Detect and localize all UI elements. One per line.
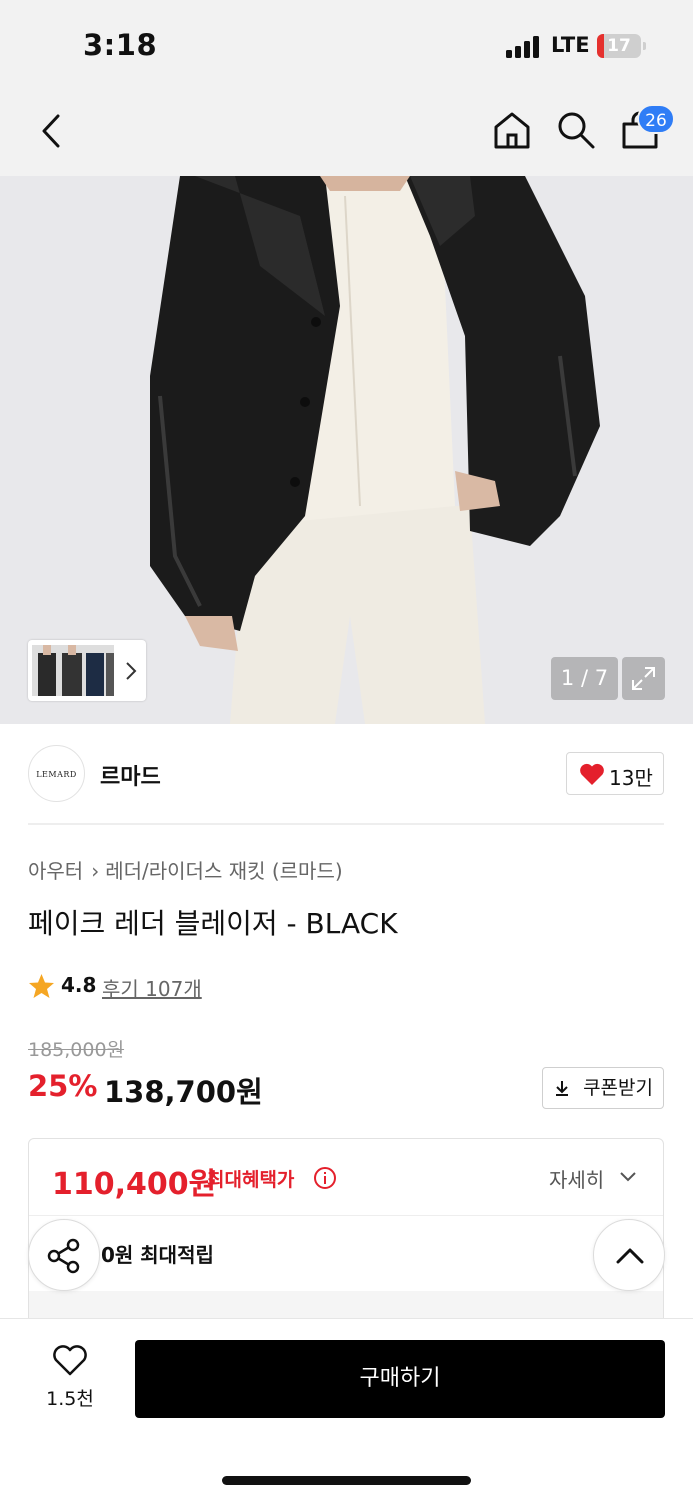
back-icon[interactable] (38, 112, 64, 150)
review-link[interactable]: 후기 107개 (102, 973, 202, 1002)
status-time: 3:18 (83, 28, 158, 62)
status-bar: 3:18 LTE 17 (0, 0, 693, 90)
wishlist-count: 1.5천 (46, 1388, 94, 1410)
chevron-up-icon (616, 1248, 644, 1264)
breadcrumb: 아우터 › 레더/라이더스 재킷 (르마드) (28, 855, 343, 884)
breadcrumb-category[interactable]: 아우터 (28, 859, 83, 883)
network-label: LTE (551, 33, 590, 57)
sale-price: 138,700원 (104, 1075, 263, 1109)
search-icon[interactable] (556, 110, 596, 150)
max-benefit-price: 110,400원 (52, 1167, 217, 1202)
image-counter: 1 / 7 (551, 657, 618, 700)
cart-count-badge: 26 (637, 104, 675, 134)
share-icon (47, 1238, 80, 1274)
brand-logo[interactable]: LEMARD (28, 745, 85, 802)
expand-icon (632, 667, 655, 690)
chevron-right-icon (126, 662, 137, 680)
signal-icon (506, 36, 542, 58)
detail-link[interactable]: 자세히 (549, 1164, 604, 1193)
battery-cap (643, 42, 646, 50)
share-button[interactable] (28, 1219, 100, 1291)
heart-icon (580, 763, 604, 785)
wishlist-heart-icon[interactable] (52, 1345, 88, 1377)
brand-like-button[interactable]: 13만 (566, 752, 664, 795)
star-icon (29, 974, 54, 998)
expand-button[interactable] (622, 657, 665, 700)
rating-value: 4.8 (61, 973, 97, 997)
download-icon (556, 1081, 568, 1096)
info-icon[interactable] (313, 1166, 337, 1190)
max-benefit-label: 최대혜택가 (207, 1169, 295, 1191)
home-icon[interactable] (492, 110, 532, 150)
discount-rate: 25% (28, 1069, 98, 1103)
brand-like-count: 13만 (609, 766, 653, 790)
buy-button[interactable]: 구매하기 (135, 1340, 665, 1418)
thumbnail-strip[interactable] (28, 640, 146, 701)
divider (29, 1215, 663, 1216)
thumbnail-image (32, 645, 114, 696)
battery-level: 17 (607, 36, 631, 56)
divider (28, 823, 664, 825)
product-title: 페이크 레더 블레이저 - BLACK (28, 907, 398, 940)
home-indicator (222, 1476, 471, 1485)
benefit-panel: 110,400원 최대혜택가 자세히 0원 최대적립 (28, 1138, 664, 1328)
chevron-right-icon: › (91, 859, 100, 883)
max-points: 0원 최대적립 (101, 1243, 214, 1267)
coupon-button[interactable]: 쿠폰받기 (542, 1067, 664, 1109)
brand-name[interactable]: 르마드 (100, 759, 161, 791)
scroll-top-button[interactable] (593, 1219, 665, 1291)
battery-icon: 17 (597, 34, 641, 58)
original-price: 185,000원 (28, 1039, 125, 1061)
coupon-label: 쿠폰받기 (583, 1077, 653, 1099)
breadcrumb-subcategory[interactable]: 레더/라이더스 재킷 (르마드) (105, 859, 342, 883)
top-nav (0, 90, 693, 176)
chevron-down-icon[interactable] (619, 1171, 637, 1183)
